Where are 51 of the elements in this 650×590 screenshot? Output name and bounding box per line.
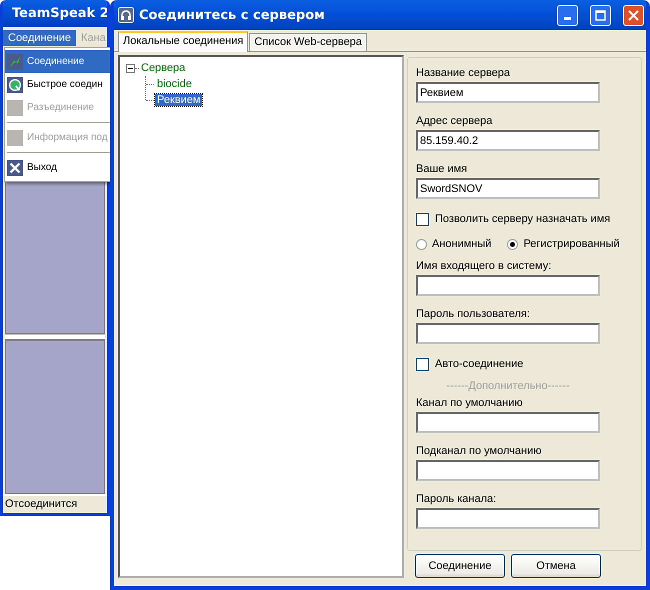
menu-item[interactable]: Соединение xyxy=(3,30,76,46)
checkbox-label: Авто-соединение xyxy=(435,358,524,370)
checkbox-label: Позволить серверу назначать имя xyxy=(435,213,610,225)
section-divider: ------Дополнительно------ xyxy=(445,380,571,394)
tab[interactable]: Локальные соединения xyxy=(118,31,248,52)
radio-button[interactable] xyxy=(416,238,427,250)
maximize-icon xyxy=(595,10,606,20)
headset-icon xyxy=(118,7,134,23)
field-label: Адрес сервера xyxy=(416,114,494,128)
checkbox[interactable] xyxy=(416,358,429,370)
input-field[interactable]: Реквием xyxy=(416,82,600,103)
menu-item[interactable]: Соединение xyxy=(5,50,113,73)
blank-icon xyxy=(7,130,23,146)
collapse-toggle-icon[interactable] xyxy=(126,64,135,72)
tree-item[interactable]: Сервера xyxy=(139,62,188,74)
menu-item[interactable]: Быстрое соедин xyxy=(5,73,113,96)
exit-icon xyxy=(7,160,23,176)
dialog-button[interactable]: Соединение xyxy=(415,554,505,578)
input-field[interactable]: SwordSNOV xyxy=(416,178,600,199)
field-label: Имя входящего в систему: xyxy=(416,259,552,273)
close-icon xyxy=(628,10,639,20)
checkbox[interactable] xyxy=(416,212,429,226)
tree-item[interactable]: Реквием xyxy=(155,94,202,106)
menu-item[interactable]: Выход xyxy=(5,156,113,179)
magnifier-icon xyxy=(7,76,23,92)
input-field[interactable] xyxy=(416,275,600,296)
field-label: Подканал по умолчанию xyxy=(416,444,542,458)
radio-button[interactable] xyxy=(507,238,518,250)
input-field[interactable] xyxy=(416,508,600,529)
field-label: Канал по умолчанию xyxy=(416,396,524,410)
input-field[interactable] xyxy=(416,460,600,481)
radio-label: Анонимный xyxy=(432,238,492,250)
tab[interactable]: Список Web-сервера xyxy=(249,33,367,51)
dialog-button[interactable]: Отмена xyxy=(511,554,601,578)
field-label: Название сервера xyxy=(416,66,512,80)
minimize-icon xyxy=(564,16,571,20)
lightning-icon xyxy=(7,54,23,70)
field-label: Пароль канала: xyxy=(416,492,498,506)
dialog-title: Соединитесь с сервером xyxy=(139,8,326,22)
input-field[interactable] xyxy=(416,412,600,433)
maximize-button[interactable] xyxy=(590,4,611,26)
radio-label: Регистрированный xyxy=(523,238,620,250)
input-field[interactable]: 85.159.40.2 xyxy=(416,130,600,151)
input-field[interactable] xyxy=(416,323,600,344)
status-text: Отсоединится xyxy=(3,494,107,513)
field-label: Пароль пользователя: xyxy=(416,307,531,321)
blank-icon xyxy=(7,100,23,116)
tree-item[interactable]: biocide xyxy=(155,78,194,90)
close-button[interactable] xyxy=(623,4,644,26)
field-label: Ваше имя xyxy=(416,162,468,176)
minimize-button[interactable] xyxy=(557,4,578,26)
